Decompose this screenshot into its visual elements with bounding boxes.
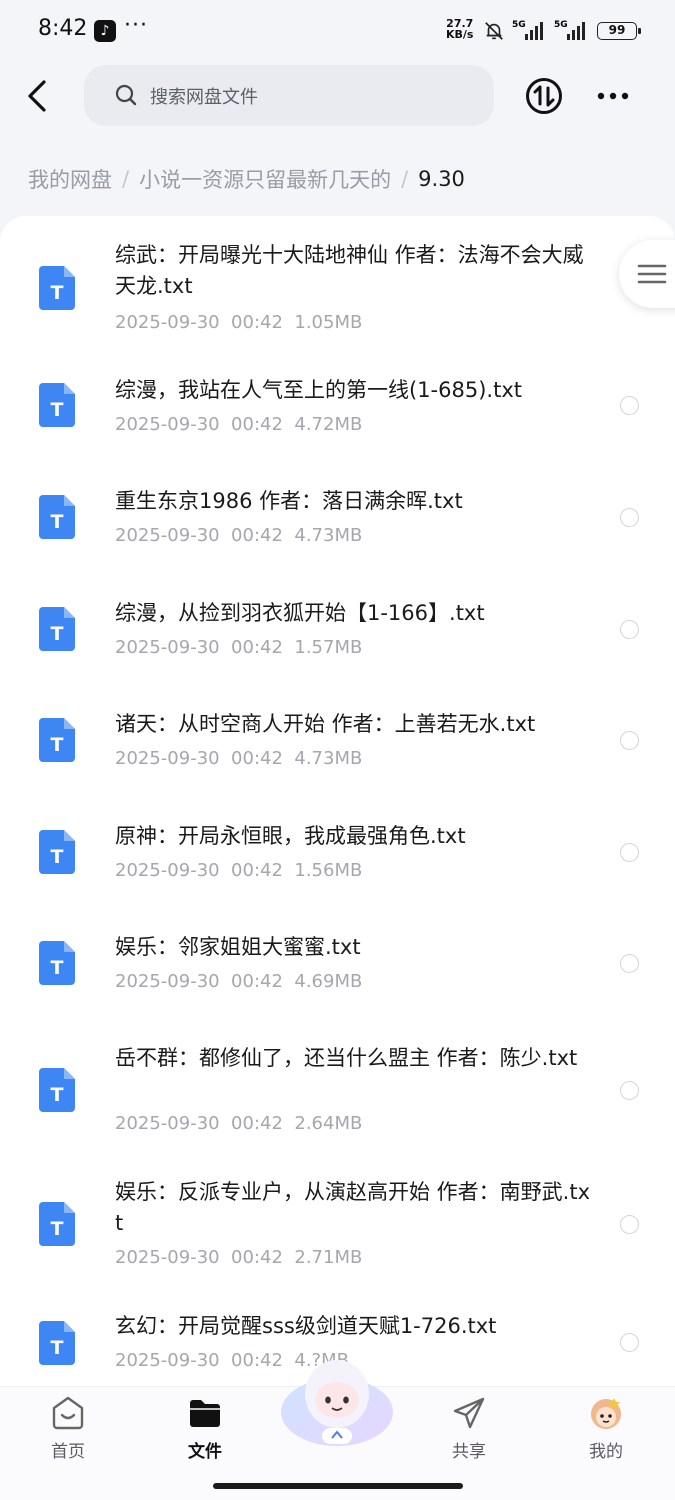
file-meta: 2025-09-30 00:42 4.73MB xyxy=(115,748,363,769)
select-checkbox[interactable] xyxy=(620,396,639,415)
select-checkbox[interactable] xyxy=(620,731,639,750)
svg-text:T: T xyxy=(51,734,64,756)
svg-text:T: T xyxy=(51,1337,64,1359)
search-input[interactable]: 搜索网盘文件 xyxy=(84,65,494,126)
txt-file-icon: T xyxy=(39,1202,75,1246)
file-name: 玄幻：开局觉醒sss级剑道天赋1-726.txt xyxy=(115,1314,497,1338)
breadcrumb: 我的网盘 / 小说一资源只留最新几天的 / 9.30 xyxy=(28,162,465,196)
ai-assistant-mascot-button[interactable] xyxy=(278,1350,396,1450)
txt-file-icon: T xyxy=(39,607,75,651)
cellular-signal-icon: 5G xyxy=(554,20,585,40)
battery-icon: 99 xyxy=(597,22,641,40)
breadcrumb-separator: / xyxy=(122,167,130,191)
txt-file-icon: T xyxy=(39,266,75,310)
breadcrumb-current: 9.30 xyxy=(418,167,465,191)
file-row[interactable]: T 重生东京1986 作者：落日满余晖.txt 2025-09-30 00:42… xyxy=(0,483,675,563)
file-row[interactable]: T 娱乐：邻家姐姐大蜜蜜.txt 2025-09-30 00:42 4.69MB xyxy=(0,929,675,1009)
select-checkbox[interactable] xyxy=(620,620,639,639)
file-name: 娱乐：反派专业户，从演赵高开始 作者：南野武.txt xyxy=(115,1180,591,1235)
file-meta: 2025-09-30 00:42 1.57MB xyxy=(115,637,363,658)
svg-text:T: T xyxy=(51,957,64,979)
nav-share-label: 共享 xyxy=(452,1442,486,1462)
select-checkbox[interactable] xyxy=(620,1333,639,1352)
select-checkbox[interactable] xyxy=(620,1081,639,1100)
nav-mine[interactable]: 我的 xyxy=(561,1387,651,1467)
txt-file-icon: T xyxy=(39,1068,75,1112)
nav-mine-label: 我的 xyxy=(589,1442,623,1462)
send-icon xyxy=(453,1397,485,1429)
file-name: 综漫，从捡到羽衣狐开始【1-166】.txt xyxy=(115,601,485,625)
file-row[interactable]: T 综漫，从捡到羽衣狐开始【1-166】.txt 2025-09-30 00:4… xyxy=(0,594,675,674)
signal-2-label: 5G xyxy=(554,20,568,30)
txt-file-icon: T xyxy=(39,495,75,539)
more-options-button[interactable] xyxy=(592,82,634,110)
tiktok-icon: ♪ xyxy=(94,20,116,42)
file-row[interactable]: T 原神：开局永恒眼，我成最强角色.txt 2025-09-30 00:42 1… xyxy=(0,817,675,897)
status-bar: 8:42 ♪ ··· 27.7 KB/s 5G 5G 99 xyxy=(0,0,675,62)
menu-lines-icon xyxy=(637,264,667,284)
transfer-list-button[interactable] xyxy=(525,77,563,115)
file-meta: 2025-09-30 00:42 4.72MB xyxy=(115,414,363,435)
file-name: 综漫，我站在人气至上的第一线(1-685).txt xyxy=(115,378,522,402)
txt-file-icon: T xyxy=(39,718,75,762)
breadcrumb-root[interactable]: 我的网盘 xyxy=(28,164,112,194)
file-name: 娱乐：邻家姐姐大蜜蜜.txt xyxy=(115,935,361,959)
status-time: 8:42 xyxy=(38,16,88,41)
select-checkbox[interactable] xyxy=(620,1215,639,1234)
home-smile-icon xyxy=(52,1396,84,1430)
svg-text:T: T xyxy=(51,1218,64,1240)
file-meta: 2025-09-30 00:42 1.56MB xyxy=(115,860,363,881)
nav-home-label: 首页 xyxy=(51,1442,85,1462)
select-checkbox[interactable] xyxy=(620,954,639,973)
txt-file-icon: T xyxy=(39,383,75,427)
net-speed-unit: KB/s xyxy=(446,28,474,41)
file-name: 综武：开局曝光十大陆地神仙 作者：法海不会大威天龙.txt xyxy=(115,243,584,298)
file-name: 重生东京1986 作者：落日满余晖.txt xyxy=(115,489,463,513)
file-list: T 综武：开局曝光十大陆地神仙 作者：法海不会大威天龙.txt 2025-09-… xyxy=(0,216,675,1386)
home-indicator xyxy=(213,1483,463,1489)
file-meta: 2025-09-30 00:42 4.69MB xyxy=(115,971,363,992)
file-name: 岳不群：都修仙了，还当什么盟主 作者：陈少.txt xyxy=(115,1046,578,1070)
folder-icon xyxy=(190,1400,220,1427)
file-meta: 2025-09-30 00:42 2.71MB xyxy=(115,1247,363,1268)
cellular-signal-icon: 5G xyxy=(512,20,543,40)
nav-files[interactable]: 文件 xyxy=(160,1387,250,1467)
txt-file-icon: T xyxy=(39,830,75,874)
notification-dots: ··· xyxy=(124,13,148,38)
file-name: 诸天：从时空商人开始 作者：上善若无水.txt xyxy=(115,712,536,736)
breadcrumb-folder[interactable]: 小说一资源只留最新几天的 xyxy=(139,164,391,194)
avatar-icon xyxy=(591,1398,621,1429)
svg-text:T: T xyxy=(51,399,64,421)
file-row[interactable]: T 综武：开局曝光十大陆地神仙 作者：法海不会大威天龙.txt 2025-09-… xyxy=(0,236,675,346)
txt-file-icon: T xyxy=(39,941,75,985)
file-meta: 2025-09-30 00:42 2.64MB xyxy=(115,1113,363,1134)
file-row[interactable]: T 岳不群：都修仙了，还当什么盟主 作者：陈少.txt 2025-09-30 0… xyxy=(0,1040,675,1150)
svg-text:T: T xyxy=(51,846,64,868)
svg-text:T: T xyxy=(51,511,64,533)
breadcrumb-separator: / xyxy=(401,167,409,191)
bell-muted-icon xyxy=(485,22,503,40)
file-meta: 2025-09-30 00:42 1.05MB xyxy=(115,312,363,333)
search-placeholder: 搜索网盘文件 xyxy=(150,87,258,108)
txt-file-icon: T xyxy=(39,1321,75,1365)
file-meta: 2025-09-30 00:42 4.73MB xyxy=(115,525,363,546)
file-row[interactable]: T 娱乐：反派专业户，从演赵高开始 作者：南野武.txt 2025-09-30 … xyxy=(0,1174,675,1284)
file-row[interactable]: T 综漫，我站在人气至上的第一线(1-685).txt 2025-09-30 0… xyxy=(0,371,675,451)
nav-home[interactable]: 首页 xyxy=(23,1387,113,1467)
file-name: 原神：开局永恒眼，我成最强角色.txt xyxy=(115,824,466,848)
svg-text:T: T xyxy=(51,1084,64,1106)
svg-text:T: T xyxy=(51,623,64,645)
signal-1-label: 5G xyxy=(512,20,526,30)
select-checkbox[interactable] xyxy=(620,508,639,527)
svg-text:T: T xyxy=(51,282,64,304)
net-speed: 27.7 KB/s xyxy=(446,18,473,40)
select-checkbox[interactable] xyxy=(620,843,639,862)
back-button[interactable] xyxy=(20,76,56,116)
file-row[interactable]: T 诸天：从时空商人开始 作者：上善若无水.txt 2025-09-30 00:… xyxy=(0,706,675,786)
search-icon xyxy=(115,84,137,106)
nav-share[interactable]: 共享 xyxy=(424,1387,514,1467)
nav-files-label: 文件 xyxy=(188,1442,222,1462)
